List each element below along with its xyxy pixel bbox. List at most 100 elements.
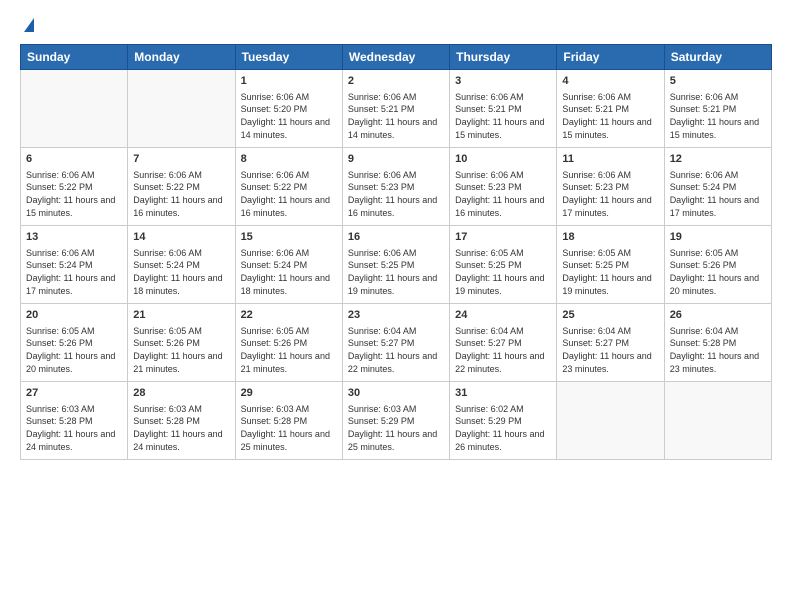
day-number: 30 (348, 386, 444, 401)
day-info: Sunrise: 6:03 AM Sunset: 5:29 PM Dayligh… (348, 403, 444, 453)
day-info: Sunrise: 6:06 AM Sunset: 5:21 PM Dayligh… (670, 91, 766, 141)
day-info: Sunrise: 6:04 AM Sunset: 5:27 PM Dayligh… (562, 325, 658, 375)
day-info: Sunrise: 6:05 AM Sunset: 5:26 PM Dayligh… (26, 325, 122, 375)
day-number: 21 (133, 308, 229, 323)
calendar: SundayMondayTuesdayWednesdayThursdayFrid… (20, 44, 772, 460)
calendar-cell: 28Sunrise: 6:03 AM Sunset: 5:28 PM Dayli… (128, 382, 235, 460)
week-row-3: 13 Sunrise: 6:06 AM Sunset: 5:24 PM Dayli… (21, 226, 772, 304)
day-info: Sunrise: 6:06 AM Sunset: 5:24 PM Dayligh… (670, 169, 766, 219)
day-info: Sunrise: 6:03 AM Sunset: 5:28 PM Dayligh… (241, 403, 337, 453)
day-number: 17 (455, 230, 551, 245)
calendar-cell: 9 Sunrise: 6:06 AM Sunset: 5:23 PM Daylig… (342, 148, 449, 226)
day-number: 22 (241, 308, 337, 323)
logo (20, 18, 34, 34)
day-info: Sunrise: 6:02 AM Sunset: 5:29 PM Dayligh… (455, 403, 551, 453)
day-number: 1 (241, 74, 337, 89)
header (20, 18, 772, 34)
calendar-cell: 8 Sunrise: 6:06 AM Sunset: 5:22 PM Daylig… (235, 148, 342, 226)
calendar-header-tuesday: Tuesday (235, 45, 342, 70)
day-number: 13 (26, 230, 122, 245)
logo-triangle-icon (24, 18, 34, 32)
calendar-cell: 7 Sunrise: 6:06 AM Sunset: 5:22 PM Daylig… (128, 148, 235, 226)
calendar-header-row: SundayMondayTuesdayWednesdayThursdayFrid… (21, 45, 772, 70)
calendar-cell: 23 Sunrise: 6:04 AM Sunset: 5:27 PM Dayli… (342, 304, 449, 382)
day-info: Sunrise: 6:06 AM Sunset: 5:24 PM Dayligh… (26, 247, 122, 297)
day-info: Sunrise: 6:06 AM Sunset: 5:22 PM Dayligh… (241, 169, 337, 219)
calendar-cell: 6Sunrise: 6:06 AM Sunset: 5:22 PM Daylig… (21, 148, 128, 226)
day-number: 8 (241, 152, 337, 167)
calendar-cell (664, 382, 771, 460)
calendar-cell: 31Sunrise: 6:02 AM Sunset: 5:29 PM Dayli… (450, 382, 557, 460)
calendar-cell: 27 Sunrise: 6:03 AM Sunset: 5:28 PM Dayli… (21, 382, 128, 460)
day-info: Sunrise: 6:04 AM Sunset: 5:27 PM Dayligh… (455, 325, 551, 375)
day-number: 19 (670, 230, 766, 245)
day-info: Sunrise: 6:06 AM Sunset: 5:23 PM Dayligh… (348, 169, 444, 219)
day-info: Sunrise: 6:06 AM Sunset: 5:21 PM Dayligh… (455, 91, 551, 141)
calendar-cell: 13 Sunrise: 6:06 AM Sunset: 5:24 PM Dayli… (21, 226, 128, 304)
calendar-cell: 30 Sunrise: 6:03 AM Sunset: 5:29 PM Dayli… (342, 382, 449, 460)
calendar-cell (21, 70, 128, 148)
day-number: 29 (241, 386, 337, 401)
calendar-cell: 16Sunrise: 6:06 AM Sunset: 5:25 PM Dayli… (342, 226, 449, 304)
calendar-header-monday: Monday (128, 45, 235, 70)
calendar-cell: 11 Sunrise: 6:06 AM Sunset: 5:23 PM Dayli… (557, 148, 664, 226)
day-number: 14 (133, 230, 229, 245)
day-info: Sunrise: 6:06 AM Sunset: 5:22 PM Dayligh… (133, 169, 229, 219)
day-info: Sunrise: 6:05 AM Sunset: 5:26 PM Dayligh… (241, 325, 337, 375)
calendar-cell: 10Sunrise: 6:06 AM Sunset: 5:23 PM Dayli… (450, 148, 557, 226)
day-info: Sunrise: 6:05 AM Sunset: 5:25 PM Dayligh… (562, 247, 658, 297)
day-number: 23 (348, 308, 444, 323)
day-info: Sunrise: 6:06 AM Sunset: 5:25 PM Dayligh… (348, 247, 444, 297)
day-info: Sunrise: 6:05 AM Sunset: 5:26 PM Dayligh… (133, 325, 229, 375)
calendar-cell: 26 Sunrise: 6:04 AM Sunset: 5:28 PM Dayli… (664, 304, 771, 382)
calendar-cell: 4 Sunrise: 6:06 AM Sunset: 5:21 PM Daylig… (557, 70, 664, 148)
day-info: Sunrise: 6:06 AM Sunset: 5:24 PM Dayligh… (241, 247, 337, 297)
day-info: Sunrise: 6:03 AM Sunset: 5:28 PM Dayligh… (26, 403, 122, 453)
day-number: 26 (670, 308, 766, 323)
day-number: 3 (455, 74, 551, 89)
day-info: Sunrise: 6:05 AM Sunset: 5:26 PM Dayligh… (670, 247, 766, 297)
day-number: 7 (133, 152, 229, 167)
calendar-cell: 2Sunrise: 6:06 AM Sunset: 5:21 PM Daylig… (342, 70, 449, 148)
calendar-cell: 24 Sunrise: 6:04 AM Sunset: 5:27 PM Dayli… (450, 304, 557, 382)
day-number: 9 (348, 152, 444, 167)
calendar-cell: 29 Sunrise: 6:03 AM Sunset: 5:28 PM Dayli… (235, 382, 342, 460)
calendar-cell: 15 Sunrise: 6:06 AM Sunset: 5:24 PM Dayli… (235, 226, 342, 304)
day-info: Sunrise: 6:04 AM Sunset: 5:27 PM Dayligh… (348, 325, 444, 375)
calendar-cell: 14 Sunrise: 6:06 AM Sunset: 5:24 PM Dayli… (128, 226, 235, 304)
day-number: 27 (26, 386, 122, 401)
week-row-1: 1 Sunrise: 6:06 AM Sunset: 5:20 PM Daylig… (21, 70, 772, 148)
calendar-cell: 5Sunrise: 6:06 AM Sunset: 5:21 PM Daylig… (664, 70, 771, 148)
calendar-cell: 3 Sunrise: 6:06 AM Sunset: 5:21 PM Daylig… (450, 70, 557, 148)
day-number: 2 (348, 74, 444, 89)
day-info: Sunrise: 6:06 AM Sunset: 5:20 PM Dayligh… (241, 91, 337, 141)
day-info: Sunrise: 6:06 AM Sunset: 5:24 PM Dayligh… (133, 247, 229, 297)
week-row-2: 6Sunrise: 6:06 AM Sunset: 5:22 PM Daylig… (21, 148, 772, 226)
day-info: Sunrise: 6:06 AM Sunset: 5:21 PM Dayligh… (562, 91, 658, 141)
calendar-cell: 22 Sunrise: 6:05 AM Sunset: 5:26 PM Dayli… (235, 304, 342, 382)
week-row-4: 20 Sunrise: 6:05 AM Sunset: 5:26 PM Dayli… (21, 304, 772, 382)
day-number: 25 (562, 308, 658, 323)
day-number: 15 (241, 230, 337, 245)
day-number: 24 (455, 308, 551, 323)
calendar-cell: 20 Sunrise: 6:05 AM Sunset: 5:26 PM Dayli… (21, 304, 128, 382)
day-info: Sunrise: 6:05 AM Sunset: 5:25 PM Dayligh… (455, 247, 551, 297)
calendar-cell: 19 Sunrise: 6:05 AM Sunset: 5:26 PM Dayli… (664, 226, 771, 304)
day-number: 4 (562, 74, 658, 89)
calendar-header-saturday: Saturday (664, 45, 771, 70)
calendar-header-friday: Friday (557, 45, 664, 70)
day-info: Sunrise: 6:04 AM Sunset: 5:28 PM Dayligh… (670, 325, 766, 375)
day-number: 11 (562, 152, 658, 167)
day-info: Sunrise: 6:06 AM Sunset: 5:23 PM Dayligh… (562, 169, 658, 219)
day-number: 12 (670, 152, 766, 167)
calendar-cell (128, 70, 235, 148)
day-number: 10 (455, 152, 551, 167)
calendar-header-thursday: Thursday (450, 45, 557, 70)
day-number: 20 (26, 308, 122, 323)
week-row-5: 27 Sunrise: 6:03 AM Sunset: 5:28 PM Dayli… (21, 382, 772, 460)
calendar-header-wednesday: Wednesday (342, 45, 449, 70)
day-info: Sunrise: 6:06 AM Sunset: 5:22 PM Dayligh… (26, 169, 122, 219)
calendar-cell: 12 Sunrise: 6:06 AM Sunset: 5:24 PM Dayli… (664, 148, 771, 226)
calendar-cell: 18Sunrise: 6:05 AM Sunset: 5:25 PM Dayli… (557, 226, 664, 304)
day-info: Sunrise: 6:03 AM Sunset: 5:28 PM Dayligh… (133, 403, 229, 453)
